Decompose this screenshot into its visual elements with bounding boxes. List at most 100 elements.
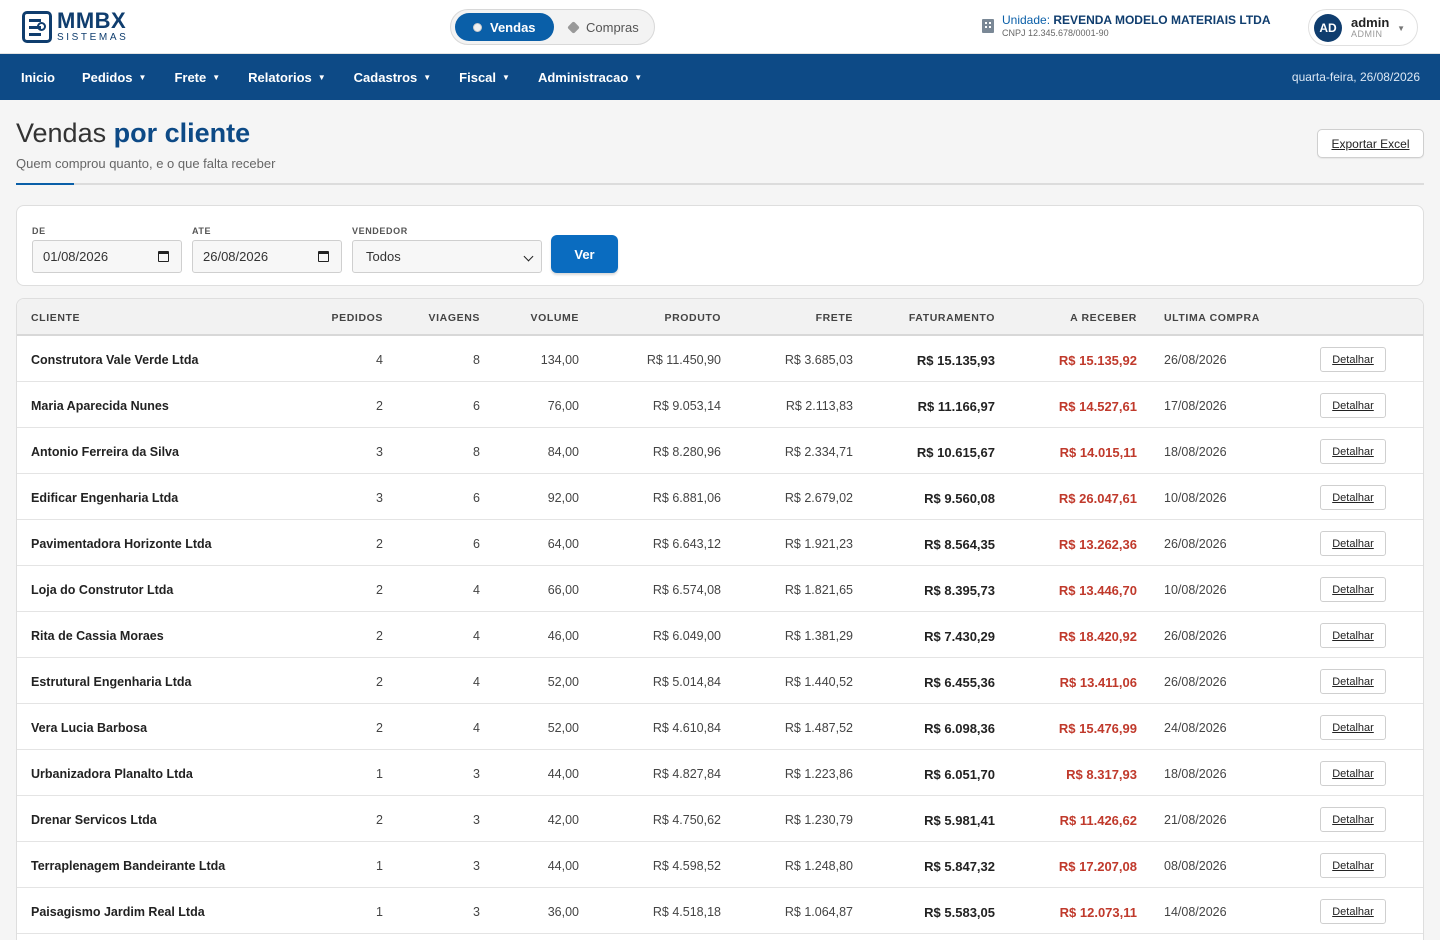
cell-a-receber: R$ 14.527,61 (1058, 399, 1137, 414)
cell-ultima-compra: 18/08/2026 (1164, 767, 1227, 781)
export-excel-button[interactable]: Exportar Excel (1317, 129, 1424, 158)
col-frete[interactable]: FRETE (816, 312, 853, 324)
detalhar-button[interactable]: Detalhar (1320, 485, 1386, 510)
cell-cliente: Pavimentadora Horizonte Ltda (31, 537, 212, 551)
ver-button[interactable]: Ver (551, 235, 618, 273)
col-produto[interactable]: PRODUTO (664, 312, 721, 324)
chevron-down-icon (523, 251, 534, 262)
table-row: Rita de Cassia Moraes 2 4 46,00 R$ 6.049,00 R… (17, 612, 1423, 658)
compras-label: Compras (586, 19, 639, 35)
brand-logo[interactable]: MMBX SISTEMAS (22, 10, 128, 43)
cell-pedidos: 2 (376, 537, 383, 551)
col-volume[interactable]: VOLUME (530, 312, 579, 324)
chevron-down-icon: ▼ (502, 72, 510, 82)
cell-produto: R$ 6.049,00 (652, 629, 721, 643)
nav-item-fiscal[interactable]: Fiscal ▼ (445, 70, 524, 85)
cell-ultima-compra: 24/08/2026 (1164, 721, 1227, 735)
detalhar-button[interactable]: Detalhar (1320, 899, 1386, 924)
cell-faturamento: R$ 6.051,70 (924, 767, 995, 782)
cell-frete: R$ 2.679,02 (784, 491, 853, 505)
title-divider (16, 183, 1424, 185)
cell-frete: R$ 1.487,52 (784, 721, 853, 735)
cell-a-receber: R$ 13.411,06 (1059, 675, 1137, 690)
cell-ultima-compra: 10/08/2026 (1164, 583, 1227, 597)
cell-ultima-compra: 26/08/2026 (1164, 629, 1227, 643)
cell-volume: 76,00 (547, 399, 579, 413)
col-viagens[interactable]: VIAGENS (429, 312, 480, 324)
detalhar-button[interactable]: Detalhar (1320, 715, 1386, 740)
detalhar-button[interactable]: Detalhar (1320, 577, 1386, 602)
table-row: Antonio Ferreira da Silva 3 8 84,00 R$ 8.280… (17, 428, 1423, 474)
cell-produto: R$ 6.643,12 (652, 537, 721, 551)
cell-ultima-compra: 21/08/2026 (1164, 813, 1227, 827)
detalhar-button[interactable]: Detalhar (1320, 761, 1386, 786)
col-a-receber[interactable]: A RECEBER (1070, 312, 1137, 324)
vendedor-select[interactable]: Todos (352, 240, 542, 273)
cell-cliente: Terraplenagem Bandeirante Ltda (31, 859, 226, 873)
cell-produto: R$ 4.750,62 (652, 813, 721, 827)
detalhar-button[interactable]: Detalhar (1320, 439, 1386, 464)
page-title: Vendas por cliente (16, 118, 250, 149)
cell-ultima-compra: 08/08/2026 (1164, 859, 1227, 873)
col-pedidos[interactable]: PEDIDOS (332, 312, 383, 324)
user-menu[interactable]: AD admin ADMIN ▼ (1308, 9, 1418, 46)
de-date-input[interactable]: 01/08/2026 (32, 240, 182, 273)
chevron-down-icon: ▼ (634, 72, 643, 82)
nav-item-cadastros[interactable]: Cadastros ▼ (340, 70, 446, 85)
detalhar-button[interactable]: Detalhar (1320, 531, 1386, 556)
cell-viagens: 4 (473, 721, 480, 735)
cell-faturamento: R$ 8.395,73 (924, 583, 995, 598)
cell-cliente: Construtora Vale Verde Ltda (31, 353, 199, 367)
nav-item-relatorios[interactable]: Relatorios ▼ (234, 70, 340, 85)
calendar-icon[interactable] (158, 251, 169, 262)
table-row: Terraplenagem Bandeirante Ltda 1 3 44,00 R$ … (17, 842, 1423, 888)
unit-info: Unidade: REVENDA MODELO MATERIAIS LTDA C… (982, 13, 1271, 38)
cell-produto: R$ 8.280,96 (652, 445, 721, 459)
table-header: CLIENTE PEDIDOS VIAGENS VOLUME PRODUTO F… (17, 299, 1423, 336)
cell-faturamento: R$ 8.564,35 (924, 537, 995, 552)
vendas-toggle-button[interactable]: Vendas (455, 13, 554, 41)
cell-ultima-compra: 26/08/2026 (1164, 353, 1227, 367)
nav-item-frete[interactable]: Frete ▼ (160, 70, 234, 85)
cell-volume: 52,00 (547, 675, 579, 689)
cell-viagens: 3 (473, 813, 480, 827)
cell-volume: 66,00 (547, 583, 579, 597)
cell-volume: 134,00 (540, 353, 579, 367)
user-role: ADMIN (1351, 28, 1383, 39)
cell-a-receber: R$ 13.446,70 (1058, 583, 1137, 598)
cell-viagens: 6 (473, 537, 480, 551)
cell-volume: 84,00 (547, 445, 579, 459)
cell-volume: 42,00 (547, 813, 579, 827)
detalhar-button[interactable]: Detalhar (1320, 623, 1386, 648)
col-ultima-compra[interactable]: ULTIMA COMPRA (1164, 312, 1260, 324)
compras-toggle-button[interactable]: Compras (551, 13, 657, 41)
chevron-down-icon: ▼ (1397, 24, 1405, 33)
detalhar-button[interactable]: Detalhar (1320, 393, 1386, 418)
detalhar-button[interactable]: Detalhar (1320, 669, 1386, 694)
cell-pedidos: 2 (376, 813, 383, 827)
cell-ultima-compra: 17/08/2026 (1164, 399, 1227, 413)
cell-cliente: Rita de Cassia Moraes (31, 629, 164, 643)
col-cliente[interactable]: CLIENTE (31, 312, 80, 324)
cell-volume: 36,00 (547, 905, 579, 919)
nav-item-pedidos[interactable]: Pedidos ▼ (68, 70, 161, 85)
cell-a-receber: R$ 14.015,11 (1059, 445, 1137, 460)
cell-faturamento: R$ 15.135,93 (916, 353, 995, 368)
detalhar-button[interactable]: Detalhar (1320, 807, 1386, 832)
ate-date-input[interactable]: 26/08/2026 (192, 240, 342, 273)
main-nav: Inicio Pedidos ▼ Frete ▼ Relatorios ▼ Cadas… (0, 54, 1440, 100)
detalhar-button[interactable]: Detalhar (1320, 853, 1386, 878)
cell-cliente: Vera Lucia Barbosa (31, 721, 148, 735)
nav-item-inicio[interactable]: Inicio (0, 70, 68, 85)
cell-viagens: 3 (473, 767, 480, 781)
chevron-down-icon: ▼ (423, 72, 432, 82)
cell-a-receber: R$ 15.476,99 (1058, 721, 1137, 736)
logo-icon (22, 10, 52, 43)
vendedor-label: VENDEDOR (352, 226, 408, 236)
cell-viagens: 3 (473, 859, 480, 873)
col-faturamento[interactable]: FATURAMENTO (909, 312, 995, 324)
cell-frete: R$ 1.223,86 (784, 767, 853, 781)
nav-item-administracao[interactable]: Administracao ▼ (524, 70, 656, 85)
detalhar-button[interactable]: Detalhar (1320, 347, 1386, 372)
calendar-icon[interactable] (318, 251, 329, 262)
